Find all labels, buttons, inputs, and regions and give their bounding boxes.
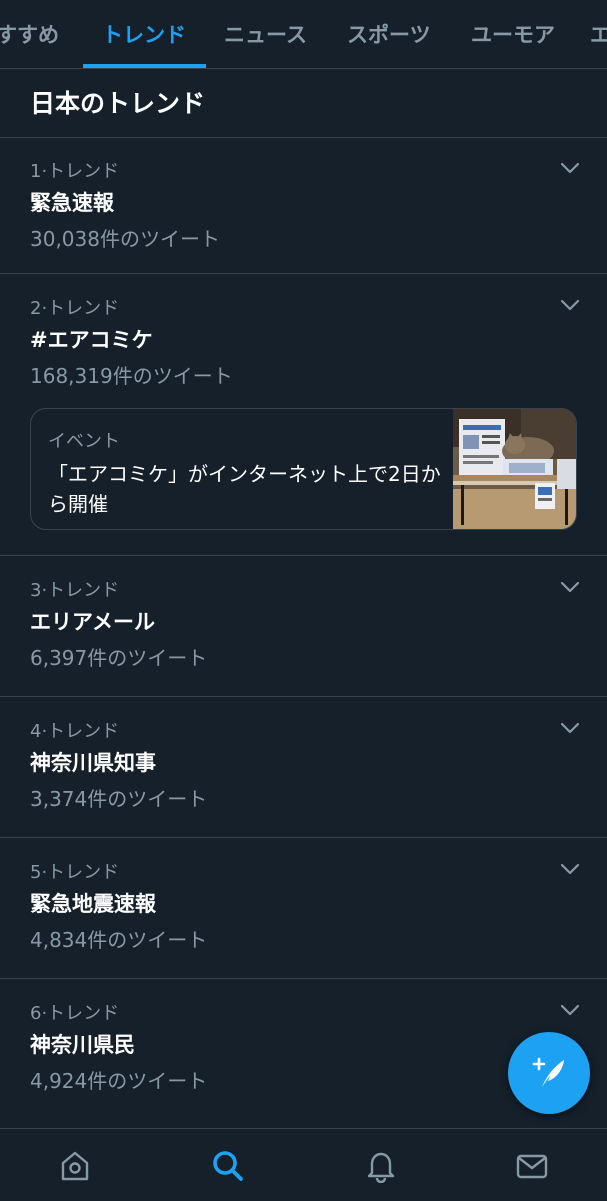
section-title: 日本のトレンド (30, 89, 206, 118)
trend-rank: 1·トレンド (30, 161, 120, 182)
event-label: イベント (48, 431, 120, 452)
trend-rank: 6·トレンド (30, 1003, 120, 1024)
tab-trends[interactable]: トレンド (102, 0, 186, 68)
tab-humor[interactable]: ユーモア (471, 0, 555, 68)
tab-sports[interactable]: スポーツ (347, 0, 431, 68)
trend-rank: 3·トレンド (30, 580, 120, 601)
mail-icon[interactable] (515, 1149, 549, 1183)
chevron-down-icon[interactable] (556, 294, 584, 316)
trend-tweet-count: 4,924件のツイート (30, 1069, 208, 1093)
event-title: 「エアコミケ」がインターネット上で2日から開催 (48, 462, 441, 516)
trend-name: エリアメール (30, 610, 155, 634)
trend-tweet-count: 6,397件のツイート (30, 646, 208, 670)
trend-item[interactable]: 4·トレンド 神奈川県知事 3,374件のツイート (0, 697, 607, 837)
trend-item[interactable]: 3·トレンド エリアメール 6,397件のツイート (0, 556, 607, 696)
home-icon[interactable] (58, 1149, 92, 1183)
chevron-down-icon[interactable] (556, 157, 584, 179)
event-thumbnail-image (453, 409, 576, 529)
trend-item[interactable]: 1·トレンド 緊急速報 30,038件のツイート (0, 137, 607, 273)
chevron-down-icon[interactable] (556, 717, 584, 739)
compose-tweet-icon (532, 1057, 564, 1087)
active-tab-indicator (83, 64, 206, 68)
trend-name: #エアコミケ (30, 328, 153, 352)
trend-item[interactable]: 5·トレンド 緊急地震速報 4,834件のツイート (0, 838, 607, 978)
search-icon[interactable] (211, 1149, 245, 1183)
trend-rank: 5·トレンド (30, 862, 120, 883)
trend-tweet-count: 30,038件のツイート (30, 227, 220, 251)
tab-recommended[interactable]: すすめ (0, 0, 59, 68)
trend-name: 神奈川県民 (30, 1033, 135, 1057)
trend-rank: 2·トレンド (30, 298, 120, 319)
trend-name: 緊急地震速報 (30, 892, 156, 916)
tab-entertainment[interactable]: エ (590, 0, 607, 68)
chevron-down-icon[interactable] (556, 999, 584, 1021)
compose-tweet-button[interactable] (508, 1032, 590, 1114)
trend-tweet-count: 4,834件のツイート (30, 928, 208, 952)
bottom-navigation (0, 1128, 607, 1201)
tab-news[interactable]: ニュース (224, 0, 307, 68)
trend-name: 神奈川県知事 (30, 751, 156, 775)
trend-tweet-count: 168,319件のツイート (30, 364, 233, 388)
explore-tab-bar: すすめ トレンド ニュース スポーツ ユーモア エ (0, 0, 607, 69)
bell-icon[interactable] (364, 1149, 398, 1183)
chevron-down-icon[interactable] (556, 858, 584, 880)
trend-tweet-count: 3,374件のツイート (30, 787, 208, 811)
trend-name: 緊急速報 (30, 191, 114, 215)
trend-rank: 4·トレンド (30, 721, 120, 742)
chevron-down-icon[interactable] (556, 576, 584, 598)
event-card[interactable]: イベント 「エアコミケ」がインターネット上で2日から開催 (30, 408, 577, 530)
